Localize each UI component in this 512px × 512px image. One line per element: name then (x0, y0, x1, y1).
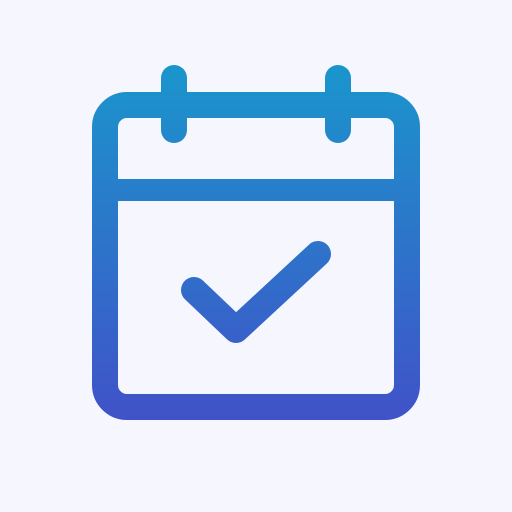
calendar-frame (92, 92, 420, 420)
calendar-check-icon (92, 65, 420, 420)
check-mark (181, 241, 331, 343)
app-icon-canvas (0, 0, 512, 512)
